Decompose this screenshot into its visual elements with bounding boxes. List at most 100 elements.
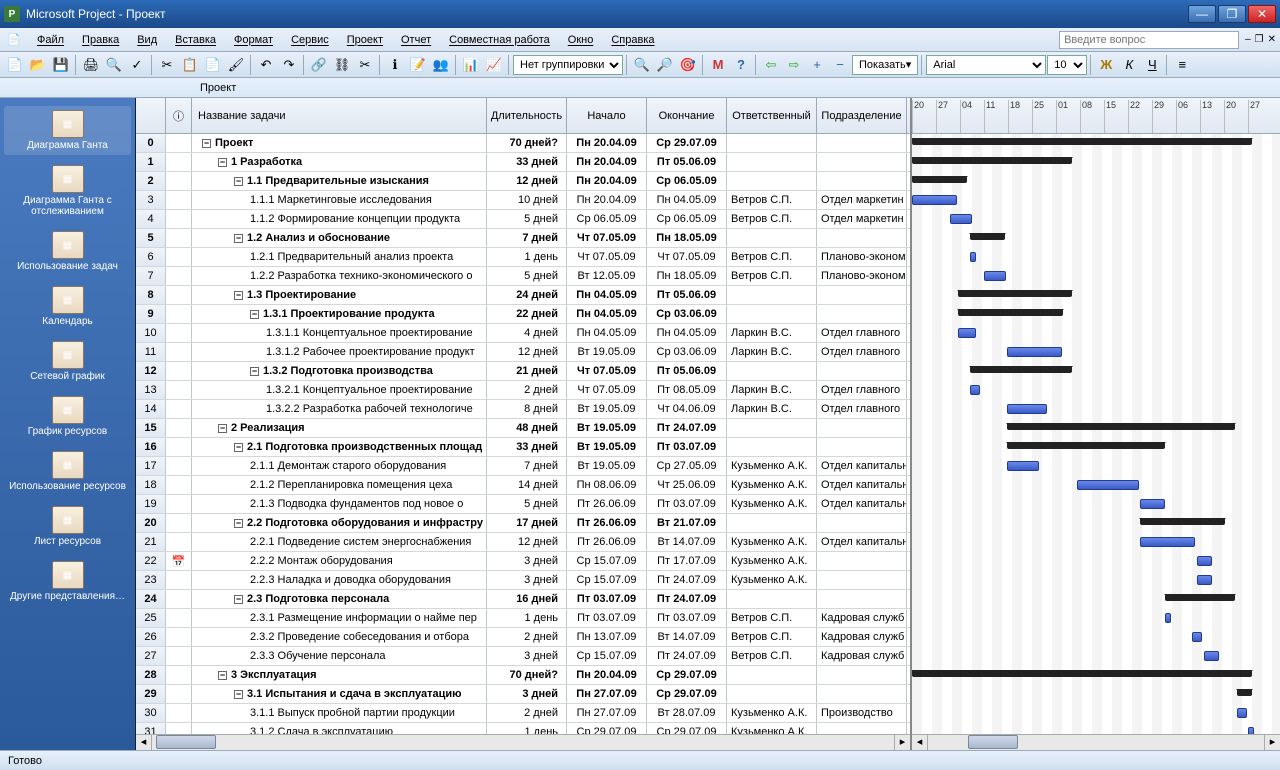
end-cell[interactable]: Пт 05.06.09 xyxy=(647,362,727,380)
row-info[interactable] xyxy=(166,495,192,513)
row-number[interactable]: 29 xyxy=(136,685,166,703)
row-number[interactable]: 3 xyxy=(136,191,166,209)
department-cell[interactable]: Отдел маркетин xyxy=(817,210,907,228)
gantt-bar[interactable] xyxy=(912,176,967,183)
gantt-bar[interactable] xyxy=(1204,651,1219,661)
cut-button[interactable]: ✂ xyxy=(156,54,178,76)
col-rownum[interactable] xyxy=(136,98,166,133)
sidebar-item-4[interactable]: ▦Сетевой график xyxy=(4,337,131,386)
row-info[interactable] xyxy=(166,324,192,342)
preview-button[interactable]: 🔍 xyxy=(103,54,125,76)
gantt-bar[interactable] xyxy=(958,309,1063,316)
row-info[interactable] xyxy=(166,172,192,190)
outline-toggle[interactable]: − xyxy=(234,519,243,528)
help-search-input[interactable] xyxy=(1059,31,1239,49)
department-cell[interactable] xyxy=(817,362,907,380)
outline-toggle[interactable]: − xyxy=(218,671,227,680)
menu-Правка[interactable]: Правка xyxy=(73,31,128,49)
end-cell[interactable]: Чт 07.05.09 xyxy=(647,248,727,266)
task-row[interactable]: 212.2.1 Подведение систем энергоснабжени… xyxy=(136,533,910,552)
row-info[interactable] xyxy=(166,723,192,734)
task-name-cell[interactable]: 1.3.2.1 Концептуальное проектирование xyxy=(192,381,487,399)
task-name-cell[interactable]: 1.2.1 Предварительный анализ проекта xyxy=(192,248,487,266)
gantt-bar[interactable] xyxy=(912,195,957,205)
responsible-cell[interactable] xyxy=(727,685,817,703)
open-button[interactable]: 📂 xyxy=(27,54,49,76)
row-number[interactable]: 20 xyxy=(136,514,166,532)
row-number[interactable]: 19 xyxy=(136,495,166,513)
responsible-cell[interactable]: Кузьменко А.К. xyxy=(727,476,817,494)
end-cell[interactable]: Ср 29.07.09 xyxy=(647,685,727,703)
end-cell[interactable]: Вт 14.07.09 xyxy=(647,533,727,551)
task-row[interactable]: 20−2.2 Подготовка оборудования и инфраст… xyxy=(136,514,910,533)
task-name-cell[interactable]: −1.1 Предварительные изыскания xyxy=(192,172,487,190)
task-row[interactable]: 28−3 Эксплуатация70 дней?Пн 20.04.09Ср 2… xyxy=(136,666,910,685)
responsible-cell[interactable]: Ларкин В.С. xyxy=(727,343,817,361)
end-cell[interactable]: Пт 08.05.09 xyxy=(647,381,727,399)
start-cell[interactable]: Чт 07.05.09 xyxy=(567,362,647,380)
gantt-bar[interactable] xyxy=(1007,404,1047,414)
row-number[interactable]: 23 xyxy=(136,571,166,589)
gantt-bar[interactable] xyxy=(1140,518,1225,525)
gantt-bar[interactable] xyxy=(1248,727,1254,734)
outline-toggle[interactable]: − xyxy=(234,177,243,186)
show-button[interactable]: Показать▾ xyxy=(852,55,918,75)
duration-cell[interactable]: 14 дней xyxy=(487,476,567,494)
end-cell[interactable]: Вт 21.07.09 xyxy=(647,514,727,532)
department-cell[interactable] xyxy=(817,134,907,152)
outline-toggle[interactable]: − xyxy=(234,690,243,699)
row-info[interactable] xyxy=(166,210,192,228)
start-cell[interactable]: Ср 15.07.09 xyxy=(567,571,647,589)
sidebar-item-8[interactable]: ▦Другие представления… xyxy=(4,557,131,606)
task-row[interactable]: 9−1.3.1 Проектирование продукта22 днейПн… xyxy=(136,305,910,324)
duration-cell[interactable]: 3 дней xyxy=(487,552,567,570)
responsible-cell[interactable]: Ветров С.П. xyxy=(727,609,817,627)
end-cell[interactable]: Пн 04.05.09 xyxy=(647,324,727,342)
note-button[interactable]: 📝 xyxy=(407,54,429,76)
task-row[interactable]: 262.3.2 Проведение собеседования и отбор… xyxy=(136,628,910,647)
outline-toggle[interactable]: − xyxy=(202,139,211,148)
duration-cell[interactable]: 12 дней xyxy=(487,172,567,190)
start-cell[interactable]: Ср 29.07.09 xyxy=(567,723,647,734)
gantt-bar[interactable] xyxy=(1197,556,1212,566)
menu-Формат[interactable]: Формат xyxy=(225,31,282,49)
task-name-cell[interactable]: −2.3 Подготовка персонала xyxy=(192,590,487,608)
duration-cell[interactable]: 4 дней xyxy=(487,324,567,342)
mdi-close-button[interactable]: ✕ xyxy=(1268,34,1276,45)
col-info[interactable]: ⓘ xyxy=(166,98,192,133)
department-cell[interactable]: Отдел капитальн xyxy=(817,457,907,475)
task-row[interactable]: 252.3.1 Размещение информации о найме пе… xyxy=(136,609,910,628)
department-cell[interactable]: Отдел капитальн xyxy=(817,495,907,513)
responsible-cell[interactable] xyxy=(727,172,817,190)
department-cell[interactable]: Отдел капитальн xyxy=(817,476,907,494)
outline-toggle[interactable]: − xyxy=(250,367,259,376)
col-name[interactable]: Название задачи xyxy=(192,98,487,133)
save-button[interactable]: 💾 xyxy=(50,54,72,76)
col-duration[interactable]: Длительность xyxy=(487,98,567,133)
row-number[interactable]: 1 xyxy=(136,153,166,171)
outdent-button[interactable]: ⇦ xyxy=(760,54,782,76)
end-cell[interactable]: Пт 03.07.09 xyxy=(647,438,727,456)
start-cell[interactable]: Чт 07.05.09 xyxy=(567,229,647,247)
duration-cell[interactable]: 12 дней xyxy=(487,533,567,551)
col-responsible[interactable]: Ответственный xyxy=(727,98,817,133)
task-name-cell[interactable]: −3.1 Испытания и сдача в эксплуатацию xyxy=(192,685,487,703)
task-name-cell[interactable]: 2.3.1 Размещение информации о найме пер xyxy=(192,609,487,627)
task-row[interactable]: 15−2 Реализация48 днейВт 19.05.09Пт 24.0… xyxy=(136,419,910,438)
start-cell[interactable]: Пн 04.05.09 xyxy=(567,305,647,323)
responsible-cell[interactable] xyxy=(727,666,817,684)
menu-Совместная работа[interactable]: Совместная работа xyxy=(440,31,559,49)
print-button[interactable]: 🖨 xyxy=(80,54,102,76)
duration-cell[interactable]: 1 день xyxy=(487,609,567,627)
end-cell[interactable]: Пт 24.07.09 xyxy=(647,590,727,608)
responsible-cell[interactable]: Ларкин В.С. xyxy=(727,400,817,418)
responsible-cell[interactable] xyxy=(727,590,817,608)
start-cell[interactable]: Пн 20.04.09 xyxy=(567,191,647,209)
responsible-cell[interactable]: Ветров С.П. xyxy=(727,628,817,646)
task-row[interactable]: 31.1.1 Маркетинговые исследования10 дней… xyxy=(136,191,910,210)
end-cell[interactable]: Чт 04.06.09 xyxy=(647,400,727,418)
duration-cell[interactable]: 21 дней xyxy=(487,362,567,380)
task-row[interactable]: 141.3.2.2 Разработка рабочей технологиче… xyxy=(136,400,910,419)
paste-button[interactable]: 📄 xyxy=(202,54,224,76)
gantt-bar[interactable] xyxy=(970,233,1005,240)
